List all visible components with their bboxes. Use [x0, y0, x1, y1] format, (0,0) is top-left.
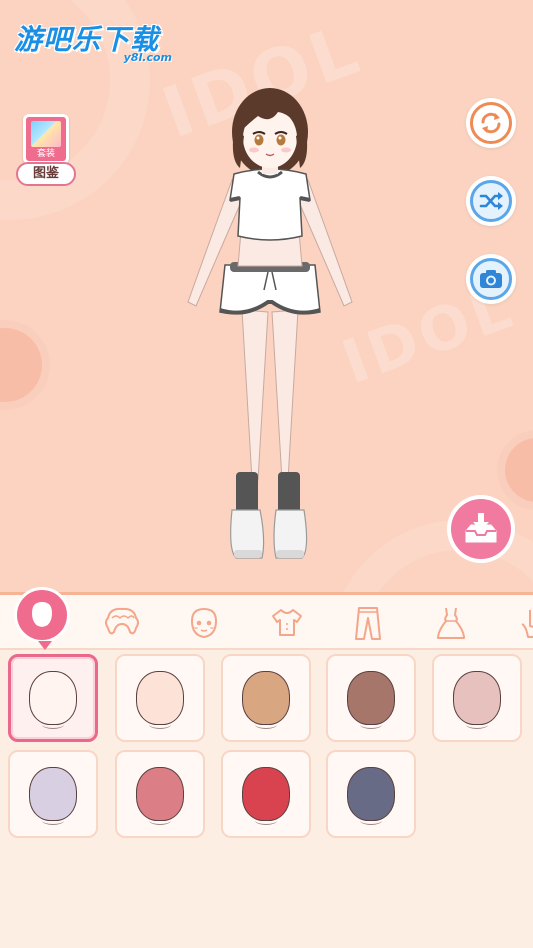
skin-tone-option-3[interactable]: [221, 654, 311, 742]
background-circle: [0, 320, 50, 410]
skin-tone-option-4[interactable]: [326, 654, 416, 742]
tab-dress[interactable]: [423, 599, 479, 647]
shirt-icon: [272, 609, 302, 636]
background-circle: [497, 430, 533, 510]
tab-hair[interactable]: [94, 599, 150, 647]
head-shape-icon: [29, 767, 77, 825]
tab-face[interactable]: [176, 599, 232, 647]
hair-icon: [105, 607, 139, 635]
tab-shoes[interactable]: [505, 599, 533, 647]
gallery-subtitle: 套装: [36, 149, 55, 159]
random-button[interactable]: [466, 176, 516, 226]
camera-icon: [480, 270, 502, 288]
reset-button[interactable]: [466, 98, 516, 148]
dress-icon: [437, 607, 465, 639]
shoe-icon: [521, 610, 533, 638]
tab-top[interactable]: [259, 599, 315, 647]
category-tab-bar: [0, 587, 533, 650]
pants-icon: [355, 607, 381, 640]
gallery-label: 图鉴: [16, 162, 76, 186]
skin-tone-option-6[interactable]: [8, 750, 98, 838]
shuffle-icon: [479, 192, 503, 210]
face-shape-icon: [32, 602, 52, 629]
refresh-icon: [481, 112, 501, 134]
skin-tone-option-8[interactable]: [221, 750, 311, 838]
site-watermark: 游吧乐下载 y8l.com: [14, 18, 186, 64]
head-shape-icon: [242, 767, 290, 825]
face-icon: [190, 607, 218, 639]
head-shape-icon: [136, 671, 184, 729]
watermark-sub: y8l.com: [123, 51, 172, 64]
head-shape-icon: [29, 671, 77, 729]
camera-button[interactable]: [466, 254, 516, 304]
head-shape-icon: [453, 671, 501, 729]
head-shape-icon: [136, 767, 184, 825]
tab-face-shape[interactable]: [14, 587, 70, 650]
gallery-button[interactable]: 套装 图鉴: [16, 114, 76, 188]
skin-tone-option-7[interactable]: [115, 750, 205, 838]
save-button[interactable]: [447, 495, 515, 563]
tab-pants[interactable]: [340, 599, 396, 647]
character-avatar: [187, 88, 353, 559]
skin-tone-option-1[interactable]: [8, 654, 98, 742]
head-shape-icon: [347, 671, 395, 729]
skin-tone-option-5[interactable]: [432, 654, 522, 742]
head-shape-icon: [242, 671, 290, 729]
skin-tone-option-2[interactable]: [115, 654, 205, 742]
skin-tone-option-9[interactable]: [326, 750, 416, 838]
dress-up-stage: IDOL IDOL 游吧乐下载 y8l.com 套装 图鉴: [0, 0, 533, 592]
head-shape-icon: [347, 767, 395, 825]
download-tray-icon: [465, 513, 497, 543]
gallery-book-icon: 套装: [23, 114, 69, 164]
